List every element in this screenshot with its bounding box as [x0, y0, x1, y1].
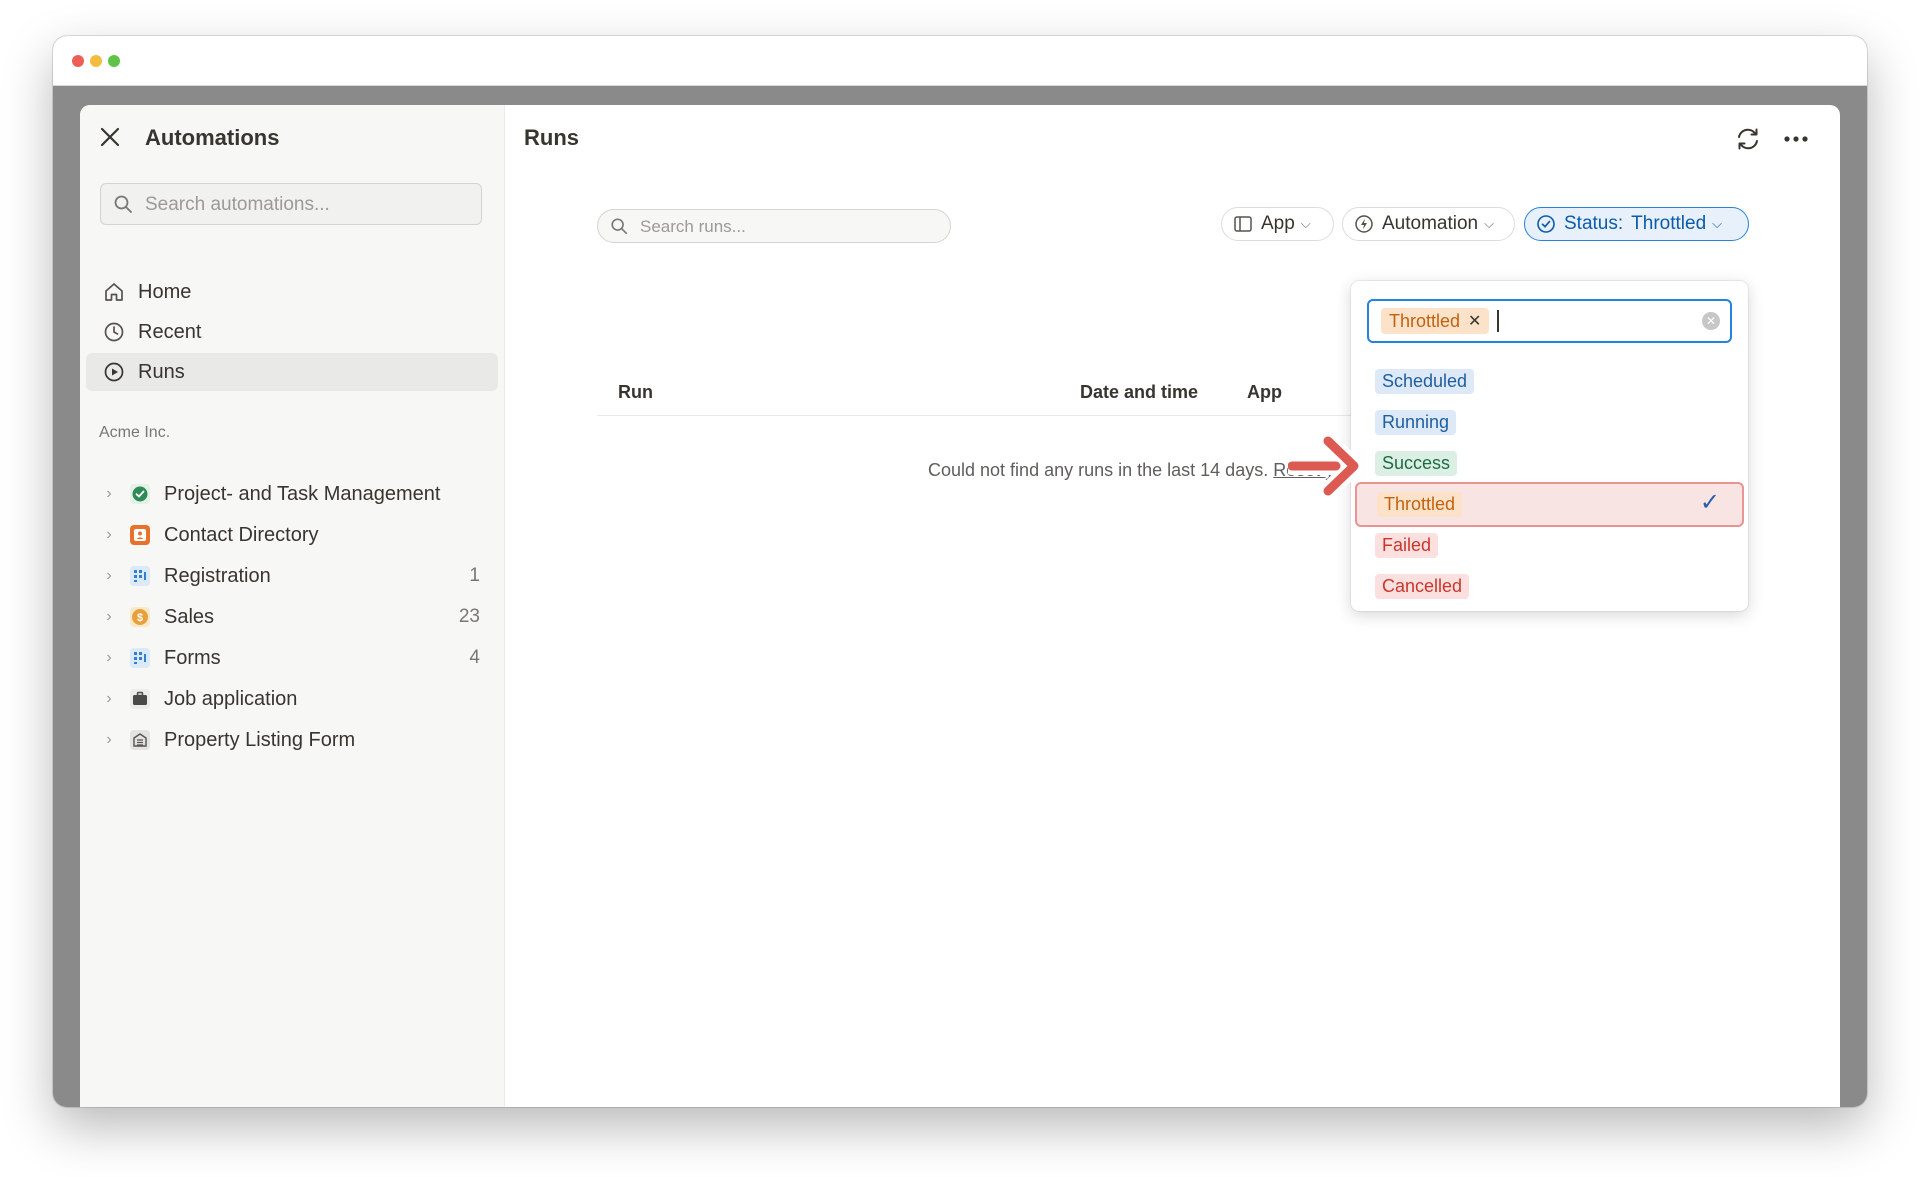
check-circle-icon: [1536, 214, 1556, 234]
app-filter-label: App: [1261, 213, 1295, 234]
annotation-arrow-icon: [1288, 433, 1363, 499]
selected-status-tag-label: Throttled: [1389, 310, 1461, 331]
svg-text:$: $: [137, 612, 143, 624]
sidebar: Automations Home Recent: [80, 105, 505, 1107]
empty-state-text: Could not find any runs in the last 14 d…: [928, 460, 1269, 480]
status-option-success[interactable]: Success: [1357, 444, 1741, 482]
status-pill: Failed: [1375, 532, 1439, 558]
sidebar-app-sales[interactable]: › $ Sales 23: [86, 598, 498, 636]
app-label: Contact Directory: [164, 523, 319, 546]
sidebar-app-job-application[interactable]: › Job application: [86, 680, 498, 718]
search-runs[interactable]: [597, 209, 951, 244]
status-search-field[interactable]: Throttled ✕ ✕: [1367, 299, 1732, 343]
play-circle-icon: [102, 360, 126, 384]
status-pill: Cancelled: [1375, 573, 1470, 599]
chevron-right-icon[interactable]: ›: [102, 649, 116, 667]
clear-icon[interactable]: ✕: [1702, 312, 1720, 330]
sidebar-app-registration[interactable]: › Registration 1: [86, 557, 498, 595]
sidebar-app-project-task-management[interactable]: › Project- and Task Management: [86, 475, 498, 513]
briefcase-icon: [130, 689, 150, 709]
app-window: Automations Home Recent: [53, 36, 1867, 1107]
search-automations-input[interactable]: [143, 184, 477, 226]
status-option-failed[interactable]: Failed: [1357, 526, 1741, 564]
zoom-window-button[interactable]: [108, 55, 120, 67]
sidebar-app-property-listing-form[interactable]: › Property Listing Form: [86, 721, 498, 759]
checkmark-icon: ✓: [1699, 489, 1720, 516]
status-option-scheduled[interactable]: Scheduled: [1357, 362, 1741, 400]
title-bar: [53, 36, 1867, 86]
sidebar-item-label: Recent: [138, 320, 202, 343]
app-count: 4: [469, 647, 480, 668]
status-filter-button[interactable]: Status: Throttled ⌵: [1524, 207, 1749, 241]
status-pill: Scheduled: [1375, 368, 1475, 394]
chevron-right-icon[interactable]: ›: [102, 731, 116, 749]
status-option-cancelled[interactable]: Cancelled: [1357, 567, 1741, 605]
sidebar-title: Automations: [145, 125, 280, 150]
app-label: Registration: [164, 564, 271, 587]
chevron-down-icon: ⌵: [1712, 216, 1722, 231]
app-label: Project- and Task Management: [164, 482, 441, 505]
app-count: 1: [469, 565, 480, 586]
text-cursor: [1497, 310, 1499, 332]
close-icon[interactable]: [98, 125, 122, 149]
form-grid-icon: [130, 648, 150, 668]
lightning-circle-icon: [1354, 214, 1374, 234]
chevron-right-icon[interactable]: ›: [102, 608, 116, 626]
clock-icon: [102, 320, 126, 344]
search-icon: [114, 195, 132, 213]
home-icon: [102, 280, 126, 304]
minimize-window-button[interactable]: [90, 55, 102, 67]
building-icon: [130, 730, 150, 750]
check-circle-icon: [130, 484, 150, 504]
app-label: Sales: [164, 605, 215, 628]
sidebar-item-runs[interactable]: Runs: [86, 353, 498, 391]
status-pill: Success: [1375, 450, 1458, 476]
automation-filter-button[interactable]: Automation ⌵: [1342, 207, 1515, 241]
status-pill: Throttled: [1377, 492, 1463, 517]
status-option-throttled[interactable]: Throttled ✓: [1355, 482, 1744, 527]
status-pill: Running: [1375, 409, 1457, 435]
column-header-run[interactable]: Run: [618, 382, 653, 403]
chevron-down-icon: ⌵: [1300, 216, 1311, 231]
column-header-app[interactable]: App: [1247, 382, 1282, 403]
chevron-down-icon: ⌵: [1484, 216, 1494, 231]
sidebar-item-label: Home: [138, 280, 192, 303]
app-label: Forms: [164, 646, 221, 669]
selected-status-tag: Throttled ✕: [1381, 308, 1490, 334]
form-grid-icon: [130, 566, 150, 586]
automation-filter-label: Automation: [1382, 213, 1479, 234]
close-window-button[interactable]: [72, 55, 84, 67]
status-filter-prefix: Status:: [1564, 213, 1624, 234]
remove-tag-icon[interactable]: ✕: [1468, 311, 1481, 331]
app-count: 23: [458, 606, 480, 627]
search-automations[interactable]: [100, 183, 482, 226]
search-icon: [611, 218, 628, 235]
more-options-icon[interactable]: [1780, 123, 1812, 155]
status-option-running[interactable]: Running: [1357, 403, 1741, 441]
dollar-coin-icon: $: [130, 607, 150, 627]
page-title: Runs: [524, 125, 579, 150]
sidebar-item-home[interactable]: Home: [86, 273, 498, 311]
automations-modal: Automations Home Recent: [80, 105, 1840, 1107]
column-header-date[interactable]: Date and time: [1080, 382, 1198, 403]
sidebar-layout-icon: [1233, 214, 1253, 234]
status-dropdown: Throttled ✕ ✕ Scheduled Running Success …: [1351, 281, 1748, 611]
app-label: Job application: [164, 687, 298, 710]
app-label: Property Listing Form: [164, 728, 356, 751]
chevron-right-icon[interactable]: ›: [102, 690, 116, 708]
sidebar-app-forms[interactable]: › Forms 4: [86, 639, 498, 677]
contact-card-icon: [130, 525, 150, 545]
table-header-divider: [597, 415, 1357, 416]
search-runs-input[interactable]: [638, 210, 942, 244]
workspace-section-label: Acme Inc.: [99, 424, 171, 441]
app-filter-button[interactable]: App ⌵: [1221, 207, 1334, 241]
sidebar-item-label: Runs: [138, 360, 185, 383]
chevron-right-icon[interactable]: ›: [102, 485, 116, 503]
chevron-right-icon[interactable]: ›: [102, 567, 116, 585]
status-filter-value: Throttled: [1631, 213, 1707, 234]
sidebar-item-recent[interactable]: Recent: [86, 313, 498, 351]
chevron-right-icon[interactable]: ›: [102, 526, 116, 544]
sidebar-app-contact-directory[interactable]: › Contact Directory: [86, 516, 498, 554]
refresh-icon[interactable]: [1732, 123, 1764, 155]
